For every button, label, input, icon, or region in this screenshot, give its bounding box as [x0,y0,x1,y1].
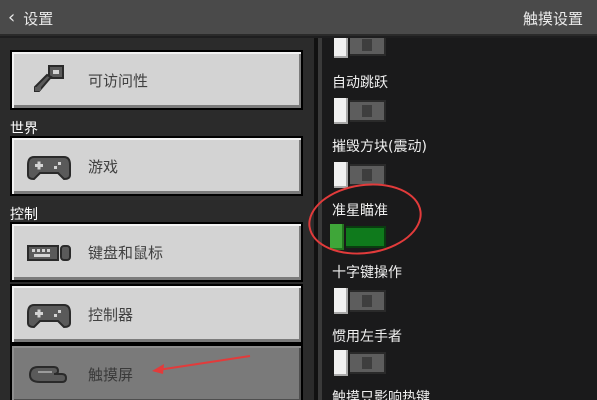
option-label-touch-hotbar-only: 触摸只影响热键 [332,390,430,400]
option-label-left-handed: 惯用左手者 [332,329,402,345]
back-label: 设置 [23,9,54,28]
title-bar: ‹ 设置 触摸设置 [0,0,597,36]
gamepad-icon [24,148,74,184]
toggle-unlabeled-top[interactable] [332,38,386,60]
toggle-thumb [332,96,350,126]
sidebar-item-controller[interactable]: 控制器 [10,284,303,344]
sidebar-item-accessibility[interactable]: 可访问性 [10,50,303,110]
toggle-thumb [332,348,350,378]
toggle-thumb [332,286,350,316]
key-icon [24,62,74,98]
option-label-destroy-block-haptic: 摧毁方块(震动) [332,139,427,155]
option-label-dpad: 十字键操作 [332,265,402,281]
touch-hand-icon [24,356,74,392]
sidebar-item-label: 游戏 [88,157,119,176]
sidebar-item-keyboard-mouse[interactable]: 键盘和鼠标 [10,222,303,282]
sidebar-item-label: 可访问性 [88,71,149,90]
arrow-annotation-icon [152,355,251,374]
toggle-dpad[interactable] [332,286,386,316]
toggle-thumb [332,38,350,60]
page-title: 触摸设置 [522,10,583,28]
keyboard-mouse-icon [24,234,74,270]
sidebar-item-game[interactable]: 游戏 [10,136,303,196]
option-label-auto-jump: 自动跳跃 [332,75,388,91]
sidebar-item-label: 触摸屏 [88,365,134,384]
toggle-destroy-block-haptic[interactable] [332,160,386,190]
sidebar-item-label: 控制器 [88,305,134,324]
back-button[interactable]: ‹ 设置 [8,6,53,30]
toggle-auto-jump[interactable] [332,96,386,126]
section-label-controls: 控制 [10,207,38,223]
chevron-left-icon: ‹ [8,7,16,28]
toggle-thumb [332,160,350,190]
toggle-left-handed[interactable] [332,348,386,378]
sidebar-item-label: 键盘和鼠标 [88,243,164,262]
gamepad-icon [24,296,74,332]
section-label-world: 世界 [10,121,38,137]
